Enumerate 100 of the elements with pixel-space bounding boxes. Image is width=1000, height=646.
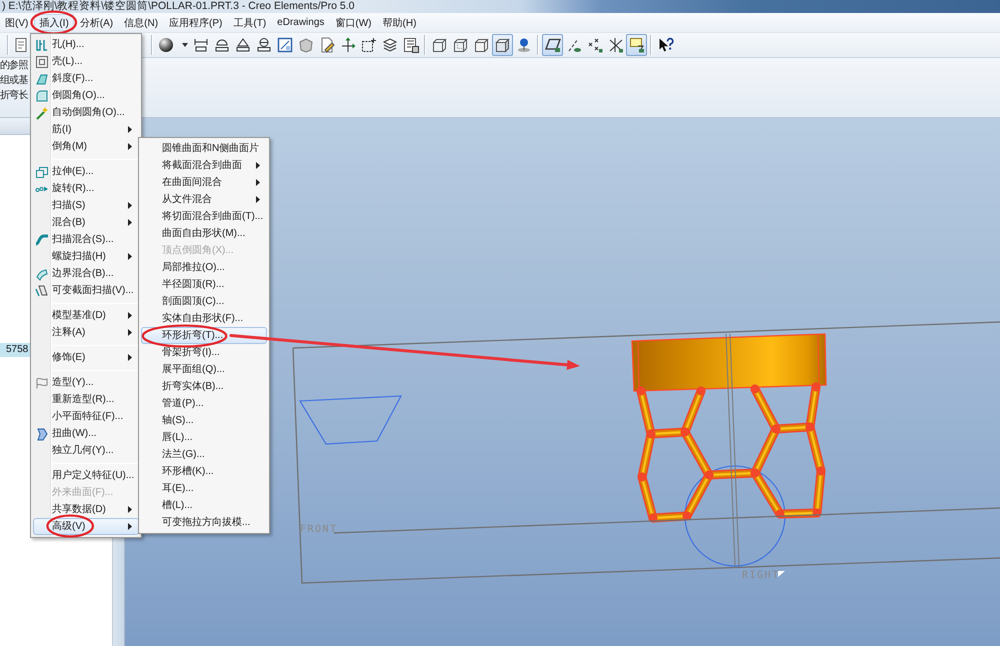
cross-marks-icon — [586, 37, 602, 53]
curved-patch-icon — [35, 266, 49, 280]
menu-item[interactable]: 扭曲(W)... — [33, 425, 139, 442]
menu-item[interactable]: 重新造型(R)... — [33, 391, 139, 408]
menu-item[interactable]: 扫描混合(S)... — [33, 231, 139, 248]
message-text: 的参照 — [0, 58, 28, 73]
menu-item[interactable]: 实体自由形状(F)... — [141, 310, 267, 327]
rounded-corner-icon — [35, 88, 49, 102]
menu-item[interactable]: 旋转(R)... — [33, 180, 139, 197]
menu-item[interactable]: 将切面混合到曲面(T)... — [141, 208, 267, 225]
sphere-icon — [158, 37, 174, 53]
menu-item[interactable]: 可变截面扫描(V)... — [33, 282, 139, 299]
cube-icon — [452, 37, 468, 53]
menu-item[interactable]: 注释(A) — [33, 324, 139, 341]
menu-item[interactable]: 展平面组(Q)... — [141, 361, 267, 378]
menu-item[interactable]: 轴(S)... — [141, 412, 267, 429]
bracket-box-icon — [192, 37, 208, 53]
shaded-cube-button[interactable] — [492, 34, 513, 56]
arch-icon — [214, 37, 230, 53]
menu-bar-item[interactable]: 工具(T) — [228, 14, 272, 31]
menu-bar-item[interactable]: 应用程序(P) — [164, 14, 228, 31]
document-icon — [13, 37, 29, 53]
list-box-icon — [402, 37, 418, 53]
menu-bar-item[interactable]: eDrawings — [272, 14, 330, 31]
menu-item[interactable]: 唇(L)... — [141, 429, 267, 446]
ball-stand-icon — [516, 37, 532, 53]
crossed-lines-icon — [608, 37, 624, 53]
menu-item[interactable]: 曲面自由形状(M)... — [141, 225, 267, 242]
menu-item[interactable]: 倒角(M) — [33, 138, 139, 155]
menu-item[interactable]: 环形槽(K)... — [141, 463, 267, 480]
menu-item[interactable]: 造型(Y)... — [33, 374, 139, 391]
menu-item[interactable]: 耳(E)... — [141, 480, 267, 497]
menu-item[interactable]: 边界混合(B)... — [33, 265, 139, 282]
menu-item[interactable]: 壳(L)... — [33, 53, 139, 70]
message-text: 折弯长 — [0, 88, 28, 103]
slanted-quad-icon — [35, 72, 49, 86]
menu-item[interactable]: 半径圆顶(R)... — [141, 276, 267, 293]
page-pencil-icon — [318, 37, 334, 53]
framed-square-icon — [276, 37, 292, 53]
menu-bar-item[interactable]: 帮助(H) — [378, 14, 422, 31]
menu-item[interactable]: 法兰(G)... — [141, 446, 267, 463]
menu-bar-item[interactable]: 分析(A) — [74, 14, 118, 31]
menu-item[interactable]: 螺旋扫描(H) — [33, 248, 139, 265]
menu-item[interactable]: 管道(P)... — [141, 395, 267, 412]
menu-item[interactable]: 模型基准(D) — [33, 307, 139, 324]
tree-item[interactable]: 5758 — [0, 343, 30, 357]
circle-line-icon — [256, 37, 272, 53]
menu-item[interactable]: 共享数据(D) — [33, 501, 139, 518]
menu-bar-item[interactable]: 窗口(W) — [330, 14, 377, 31]
triangle-icon — [234, 37, 250, 53]
parallelogram-button[interactable] — [542, 34, 563, 56]
menu-item[interactable]: 剖面圆顶(C)... — [141, 293, 267, 310]
menu-item[interactable]: 小平面特征(F)... — [33, 408, 139, 425]
menu-item[interactable]: 拉伸(E)... — [33, 163, 139, 180]
menu-item[interactable]: 用户定义特征(U)... — [33, 467, 139, 484]
menu-item[interactable]: 在曲面间混合 — [141, 174, 267, 191]
cube-icon — [474, 37, 490, 53]
step-lines-icon — [35, 38, 49, 52]
window-title: ) E:\范泽刚\教程资料\镂空圆筒\POLLAR-01.PRT.3 - Creo Elements/Pro 5.0 — [2, 0, 354, 12]
shaded-cube-icon — [494, 37, 510, 53]
menu-item[interactable]: 倒圆角(O)... — [33, 87, 139, 104]
axis-arrows-icon — [340, 37, 356, 53]
datum-label: RIGHT — [742, 570, 780, 581]
caret-icon[interactable] — [182, 43, 188, 47]
menu-item[interactable]: 斜度(F)... — [33, 70, 139, 87]
pentagon-icon — [298, 37, 314, 53]
menu-item[interactable]: 从文件混合 — [141, 191, 267, 208]
help-icon — [658, 37, 674, 53]
menu-bar-item[interactable]: 图(V) — [0, 14, 34, 31]
menu-bar-item[interactable]: 信息(N) — [119, 14, 164, 31]
menu-item[interactable]: 槽(L)... — [141, 497, 267, 514]
menu-item[interactable]: 局部推拉(O)... — [141, 259, 267, 276]
dotted-box-icon — [360, 37, 376, 53]
layers-icon — [382, 37, 398, 53]
note-button[interactable] — [626, 34, 647, 56]
menu-item[interactable]: 筋(I) — [33, 121, 139, 138]
flag-icon — [35, 376, 49, 390]
cube-icon — [432, 37, 448, 53]
curved-bar-icon — [35, 232, 49, 246]
note-icon — [628, 37, 644, 53]
overlapping-squares-icon — [35, 164, 49, 178]
wand-icon — [35, 106, 49, 120]
menu-item[interactable]: 折弯实体(B)... — [141, 378, 267, 395]
datum-label: FRONT — [300, 524, 338, 535]
menu-item[interactable]: 独立几何(Y)... — [33, 442, 139, 459]
parallelogram-icon — [544, 37, 560, 53]
menu-item[interactable]: 圆锥曲面和N侧曲面片 — [141, 140, 267, 157]
triangle-marker-icon — [778, 571, 785, 577]
menu-item[interactable]: 修饰(E) — [33, 349, 139, 366]
menu-item[interactable]: 扫描(S) — [33, 197, 139, 214]
slanted-shape-icon — [35, 284, 49, 298]
menu-item[interactable]: 自动倒圆角(O)... — [33, 104, 139, 121]
menu-item[interactable]: 混合(B) — [33, 214, 139, 231]
square-frame-icon — [35, 54, 49, 68]
menu-item[interactable]: 孔(H)... — [33, 36, 139, 53]
menu-item[interactable]: 可变拖拉方向拔模... — [141, 514, 267, 531]
menu-item[interactable]: 骨架折弯(I)... — [141, 344, 267, 361]
chevron-icon — [35, 426, 49, 440]
message-text: 组或基 — [0, 74, 28, 88]
menu-item[interactable]: 将截面混合到曲面 — [141, 157, 267, 174]
